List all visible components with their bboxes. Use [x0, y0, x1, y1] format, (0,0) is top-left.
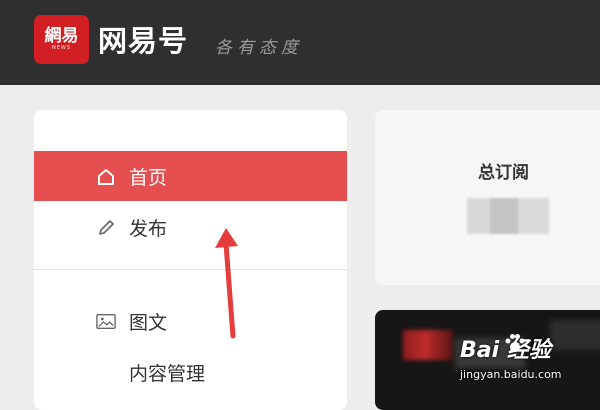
brand-slogan: 各有态度 — [215, 38, 303, 58]
sidebar-item-home[interactable]: 首页 — [34, 151, 347, 201]
sidebar-item-label: 首页 — [129, 167, 168, 189]
sidebar-item-label: 图文 — [129, 312, 168, 334]
sidebar-item-image-text[interactable]: 图文 — [34, 296, 347, 346]
logo-english-text: NEWS — [51, 45, 72, 51]
subscriptions-title: 总订阅 — [478, 163, 529, 183]
pencil-icon — [99, 220, 114, 235]
netease-logo[interactable]: 網易 NEWS — [34, 15, 89, 64]
top-header: 網易 NEWS 网易号 各有态度 — [0, 0, 600, 85]
home-icon — [98, 169, 114, 185]
blurred-thumbnail — [403, 330, 453, 360]
sidebar-item-label: 内容管理 — [129, 363, 206, 385]
sidebar-item-label: 发布 — [129, 218, 168, 240]
subscriptions-count-blurred — [467, 198, 549, 234]
sidebar-item-content-management[interactable]: 内容管理 — [34, 347, 347, 397]
image-icon — [96, 314, 116, 330]
sidebar-item-publish[interactable]: 发布 — [34, 202, 347, 252]
baidu-paw-icon — [505, 334, 525, 352]
watermark-url: jingyan.baidu.com — [460, 368, 562, 381]
subscriptions-card: 总订阅 — [375, 110, 600, 285]
sidebar-divider — [34, 269, 347, 270]
brand-name[interactable]: 网易号 — [98, 18, 188, 60]
baidu-jingyan-watermark: Bai 经验 jingyan.baidu.com — [455, 330, 595, 390]
logo-chinese-text: 網易 — [44, 26, 79, 46]
sidebar-nav: 首页 发布 图文 内容管理 — [34, 110, 347, 410]
